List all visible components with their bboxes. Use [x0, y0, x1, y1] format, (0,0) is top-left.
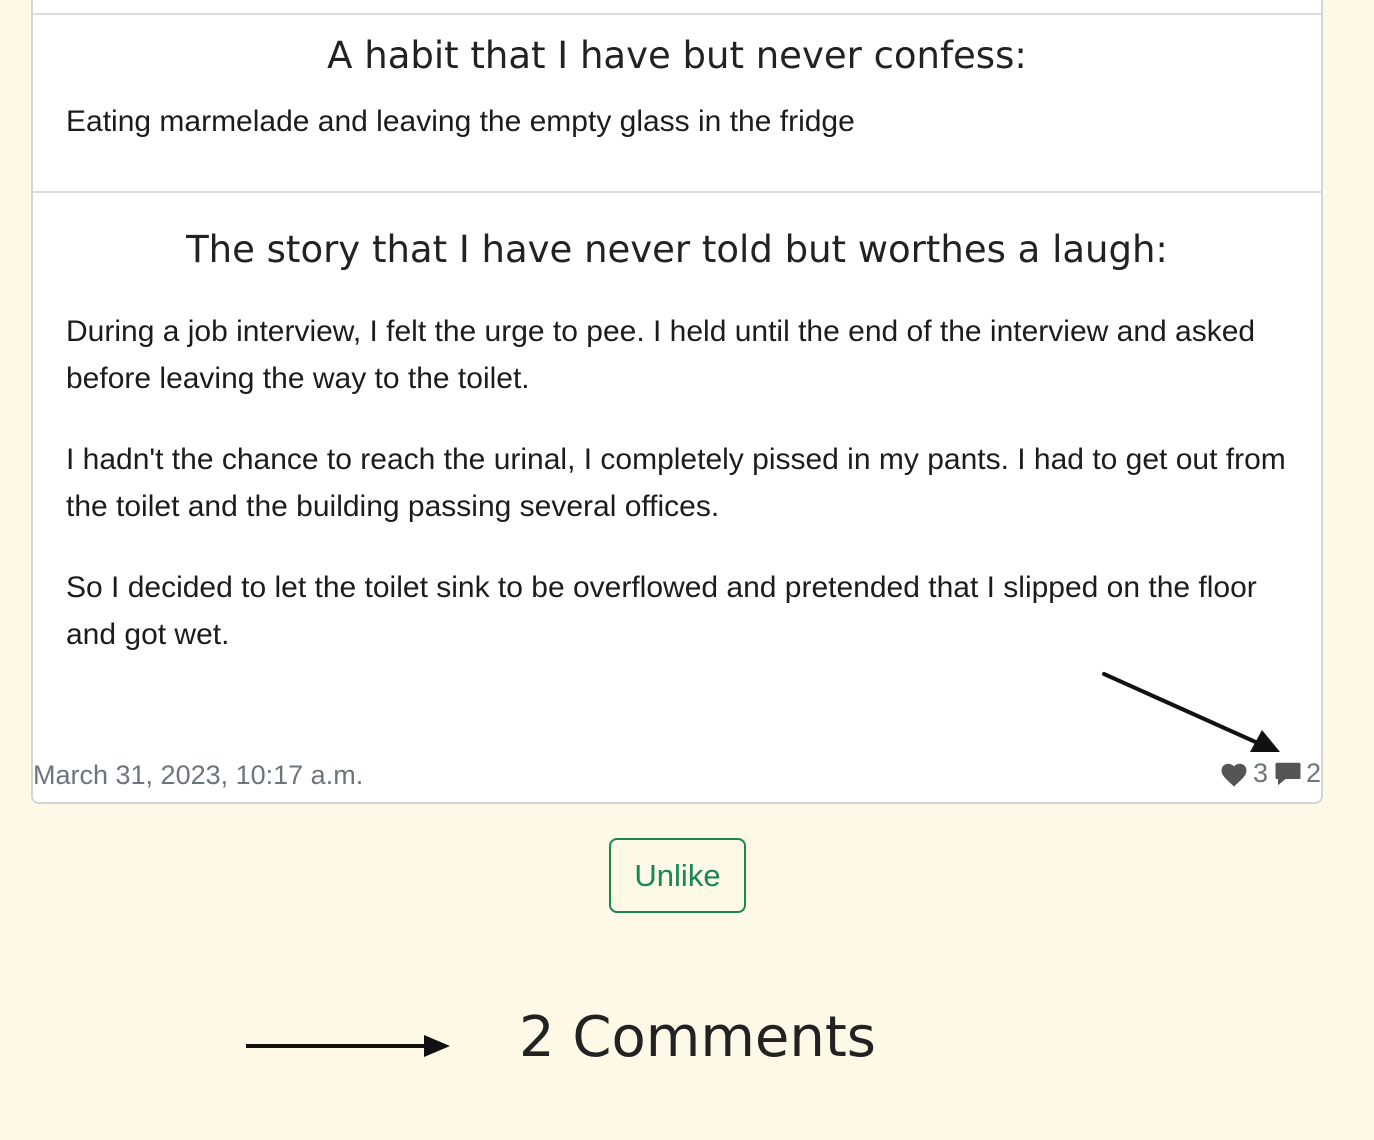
section-title-habit: A habit that I have but never confess: — [327, 34, 1027, 77]
post-date: March 31, 2023, 10:17 a.m. — [33, 760, 364, 790]
unlike-button[interactable]: Unlike — [609, 838, 746, 913]
comments-heading: 2 Comments — [519, 1005, 876, 1070]
story-paragraph-2: I hadn't the chance to reach the urinal,… — [66, 443, 1286, 523]
section-divider — [33, 13, 1321, 15]
section-title-story: The story that I have never told but wor… — [186, 228, 1168, 271]
post-stats: 3 2 — [1219, 758, 1321, 789]
section-text-habit: Eating marmelade and leaving the empty g… — [66, 105, 855, 138]
post-card: A habit that I have but never confess: E… — [31, 0, 1323, 804]
story-paragraph-1: During a job interview, I felt the urge … — [66, 315, 1256, 395]
comment-icon[interactable] — [1273, 759, 1303, 789]
annotation-arrow — [246, 1035, 450, 1057]
section-divider — [33, 191, 1321, 193]
story-paragraph-3: So I decided to let the toilet sink to b… — [66, 571, 1257, 651]
heart-icon[interactable] — [1219, 760, 1249, 788]
comments-count: 2 — [1305, 758, 1321, 788]
likes-count: 3 — [1252, 758, 1268, 788]
